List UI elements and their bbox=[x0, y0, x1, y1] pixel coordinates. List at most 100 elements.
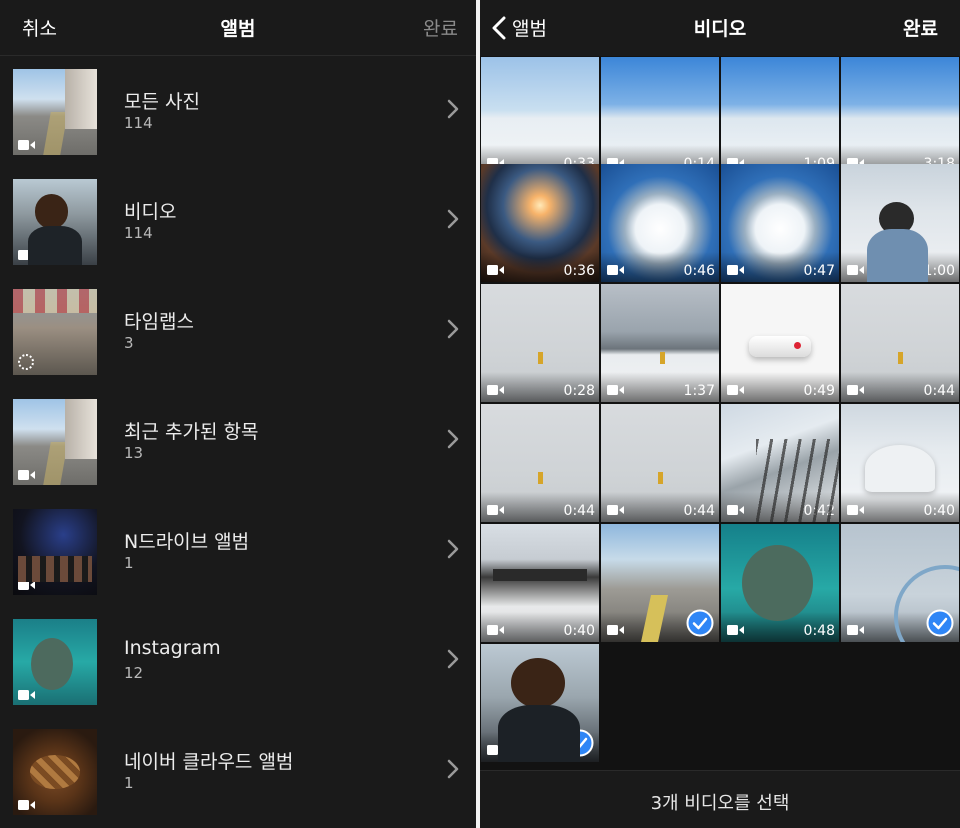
chevron-right-icon bbox=[447, 759, 459, 779]
video-thumbnail[interactable]: 1:37 bbox=[601, 284, 719, 402]
video-thumbnail-selected[interactable] bbox=[481, 644, 599, 762]
video-icon bbox=[727, 505, 744, 515]
video-duration: 0:42 bbox=[803, 503, 835, 519]
album-row-videos[interactable]: 비디오 114 bbox=[0, 167, 476, 277]
video-thumbnail[interactable]: 0:28 bbox=[481, 284, 599, 402]
video-icon bbox=[607, 265, 624, 275]
chevron-right-icon bbox=[447, 319, 459, 339]
video-icon bbox=[487, 625, 504, 635]
video-thumbnail[interactable]: 1:09 bbox=[721, 57, 839, 175]
album-row-instagram[interactable]: Instagram 12 bbox=[0, 607, 476, 717]
video-thumbnail[interactable]: 0:44 bbox=[481, 404, 599, 522]
video-duration: 0:40 bbox=[923, 503, 955, 519]
video-thumbnail-selected[interactable] bbox=[601, 524, 719, 642]
video-thumbnail[interactable]: 0:40 bbox=[481, 524, 599, 642]
chevron-right-icon bbox=[447, 429, 459, 449]
page-title: 앨범 bbox=[220, 18, 256, 40]
checkmark-icon bbox=[926, 609, 954, 637]
video-icon bbox=[607, 505, 624, 515]
album-thumbnail bbox=[13, 509, 97, 595]
video-icon bbox=[18, 470, 35, 480]
album-row-recently-added[interactable]: 최근 추가된 항목 13 bbox=[0, 387, 476, 497]
video-thumbnail[interactable]: 0:44 bbox=[841, 284, 959, 402]
album-count: 1 bbox=[124, 554, 134, 572]
chevron-right-icon bbox=[447, 209, 459, 229]
album-count: 3 bbox=[124, 334, 134, 352]
done-button[interactable]: 완료 bbox=[903, 14, 938, 41]
video-duration: 0:47 bbox=[803, 263, 835, 279]
album-name: 최근 추가된 항목 bbox=[124, 421, 259, 443]
video-thumbnail[interactable]: 0:46 bbox=[601, 164, 719, 282]
selection-count-label: 3개 비디오를 선택 bbox=[650, 793, 790, 814]
video-duration: 0:44 bbox=[923, 383, 955, 399]
video-duration: 0:48 bbox=[803, 623, 835, 639]
album-count: 12 bbox=[124, 664, 144, 682]
chevron-right-icon bbox=[447, 649, 459, 669]
video-duration: 1:37 bbox=[683, 383, 715, 399]
album-list-header: 취소 앨범 완료 bbox=[0, 0, 476, 56]
video-duration: 0:44 bbox=[563, 503, 595, 519]
video-thumbnail[interactable]: 0:33 bbox=[481, 57, 599, 175]
album-count: 13 bbox=[124, 444, 144, 462]
video-thumbnail[interactable]: 0:44 bbox=[601, 404, 719, 522]
video-thumbnail[interactable]: 0:48 bbox=[721, 524, 839, 642]
album-name: 비디오 bbox=[124, 201, 177, 223]
video-duration: 0:46 bbox=[683, 263, 715, 279]
video-icon bbox=[607, 385, 624, 395]
album-name: N드라이브 앨범 bbox=[124, 531, 250, 553]
video-icon bbox=[18, 690, 35, 700]
done-button-disabled[interactable]: 완료 bbox=[423, 14, 458, 41]
video-thumbnail[interactable]: 0:47 bbox=[721, 164, 839, 282]
video-icon bbox=[487, 505, 504, 515]
album-thumbnail bbox=[13, 729, 97, 815]
album-thumbnail bbox=[13, 69, 97, 155]
video-icon bbox=[18, 800, 35, 810]
album-name: 네이버 클라우드 앨범 bbox=[124, 751, 294, 773]
video-icon bbox=[847, 265, 864, 275]
album-name: 타임랩스 bbox=[124, 311, 194, 333]
page-title: 비디오 bbox=[693, 18, 747, 40]
video-thumbnail[interactable]: 0:14 bbox=[601, 57, 719, 175]
checkmark-icon bbox=[566, 729, 594, 757]
chevron-right-icon bbox=[447, 99, 459, 119]
video-thumbnail[interactable]: 0:36 bbox=[481, 164, 599, 282]
chevron-right-icon bbox=[447, 539, 459, 559]
video-icon bbox=[487, 265, 504, 275]
album-row-all-photos[interactable]: 모든 사진 114 bbox=[0, 57, 476, 167]
video-thumbnail[interactable]: 0:42 bbox=[721, 404, 839, 522]
album-thumbnail bbox=[13, 179, 97, 265]
video-icon bbox=[18, 580, 35, 590]
album-list-panel: 취소 앨범 완료 모든 사진 114 비디오 114 타임랩스 3 최근 추가된… bbox=[0, 0, 476, 828]
video-icon bbox=[727, 625, 744, 635]
video-thumbnail[interactable]: 0:40 bbox=[841, 404, 959, 522]
video-duration: 0:36 bbox=[563, 263, 595, 279]
video-picker-panel: 앨범 비디오 완료 0:33 0:14 1:09 3:18 0:36 0:46 … bbox=[480, 0, 960, 828]
checkmark-icon bbox=[686, 609, 714, 637]
video-duration: 0:40 bbox=[563, 623, 595, 639]
video-icon bbox=[487, 385, 504, 395]
album-count: 114 bbox=[124, 224, 153, 242]
video-duration: 0:44 bbox=[683, 503, 715, 519]
album-count: 114 bbox=[124, 114, 153, 132]
video-icon bbox=[727, 385, 744, 395]
album-thumbnail bbox=[13, 619, 97, 705]
video-picker-header: 앨범 비디오 완료 bbox=[480, 0, 960, 56]
album-count: 1 bbox=[124, 774, 134, 792]
album-thumbnail bbox=[13, 399, 97, 485]
video-thumbnail[interactable]: 0:49 bbox=[721, 284, 839, 402]
timelapse-icon bbox=[18, 354, 34, 370]
video-icon bbox=[847, 385, 864, 395]
video-icon bbox=[18, 250, 35, 260]
selection-bar: 3개 비디오를 선택 bbox=[480, 770, 960, 828]
album-row-ndrive[interactable]: N드라이브 앨범 1 bbox=[0, 497, 476, 607]
video-duration: 0:28 bbox=[563, 383, 595, 399]
album-row-naver-cloud[interactable]: 네이버 클라우드 앨범 1 bbox=[0, 717, 476, 827]
video-icon bbox=[18, 140, 35, 150]
video-icon bbox=[607, 625, 624, 635]
album-row-timelapse[interactable]: 타임랩스 3 bbox=[0, 277, 476, 387]
video-thumbnail[interactable]: 3:18 bbox=[841, 57, 959, 175]
video-icon bbox=[487, 745, 504, 755]
video-thumbnail-selected[interactable] bbox=[841, 524, 959, 642]
video-duration: 1:00 bbox=[923, 263, 955, 279]
video-thumbnail[interactable]: 1:00 bbox=[841, 164, 959, 282]
